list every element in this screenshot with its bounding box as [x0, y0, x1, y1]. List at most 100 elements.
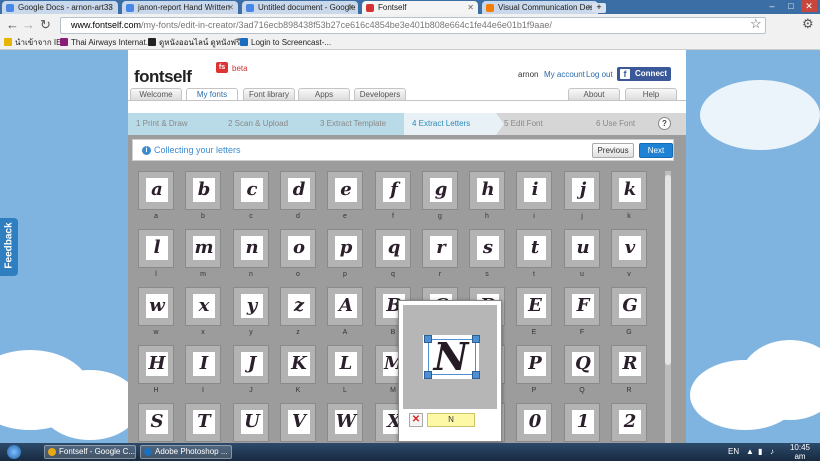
fontself-logo[interactable]: fontself	[134, 67, 192, 87]
start-button[interactable]	[7, 445, 21, 459]
reload-icon[interactable]: ↻	[40, 18, 51, 32]
letter-cell[interactable]: zz	[279, 287, 317, 338]
letter-slot[interactable]: j	[564, 171, 600, 210]
letter-slot[interactable]: h	[469, 171, 505, 210]
letter-cell[interactable]: RR	[610, 345, 648, 396]
letter-cell[interactable]: jj	[563, 171, 601, 222]
resize-handle-bottom-right[interactable]	[472, 371, 480, 379]
letter-cell[interactable]: HH	[137, 345, 175, 396]
tab-welcome[interactable]: Welcome	[130, 88, 182, 100]
resize-handle-top-right[interactable]	[472, 335, 480, 343]
letter-cell[interactable]: uu	[563, 229, 601, 280]
wrench-menu-icon[interactable]: ⚙	[802, 17, 814, 31]
letter-slot[interactable]: G	[611, 287, 647, 326]
letter-slot[interactable]: L	[327, 345, 363, 384]
resize-handle-bottom-left[interactable]	[424, 371, 432, 379]
letter-cell[interactable]: KK	[279, 345, 317, 396]
close-tab-icon[interactable]: ✕	[227, 1, 234, 14]
letter-slot[interactable]: P	[516, 345, 552, 384]
tab-apps[interactable]: Apps	[298, 88, 350, 100]
letter-cell[interactable]: kk	[610, 171, 648, 222]
close-tab-icon[interactable]: ✕	[107, 1, 114, 14]
step-extract-letters[interactable]: 4 Extract Letters	[404, 113, 496, 135]
letter-slot[interactable]: U	[233, 403, 269, 442]
bookmark-star-icon[interactable]: ☆	[750, 17, 762, 31]
letter-slot[interactable]: 0	[516, 403, 552, 442]
letter-slot[interactable]: W	[327, 403, 363, 442]
letter-cell[interactable]: pp	[326, 229, 364, 280]
letter-cell[interactable]: oo	[279, 229, 317, 280]
letter-cell[interactable]: dd	[279, 171, 317, 222]
letter-cell[interactable]: II	[184, 345, 222, 396]
step-use-font[interactable]: 6 Use Font	[588, 113, 658, 135]
letter-cell[interactable]: LL	[326, 345, 364, 396]
letter-cell[interactable]: aa	[137, 171, 175, 222]
tray-arrow-icon[interactable]: ▲	[746, 445, 754, 459]
letter-cell[interactable]: FF	[563, 287, 601, 338]
letter-cell[interactable]: ff	[374, 171, 412, 222]
letter-cell[interactable]: ii	[515, 171, 553, 222]
letter-cell[interactable]: qq	[374, 229, 412, 280]
previous-button[interactable]: Previous	[592, 143, 634, 158]
letter-slot[interactable]: v	[611, 229, 647, 268]
letter-slot[interactable]: J	[233, 345, 269, 384]
new-tab-button[interactable]: +	[592, 3, 606, 13]
letter-slot[interactable]: b	[185, 171, 221, 210]
letter-slot[interactable]: s	[469, 229, 505, 268]
letter-cell[interactable]: nn	[232, 229, 270, 280]
letter-slot[interactable]: 1	[564, 403, 600, 442]
letter-cell[interactable]: yy	[232, 287, 270, 338]
step-edit-font[interactable]: 5 Edit Font	[496, 113, 588, 135]
letter-slot[interactable]: 2	[611, 403, 647, 442]
letter-cell[interactable]: hh	[468, 171, 506, 222]
tab-my-fonts[interactable]: My fonts	[186, 88, 238, 100]
letter-slot[interactable]: R	[611, 345, 647, 384]
resize-handle-top-left[interactable]	[424, 335, 432, 343]
close-tab-icon[interactable]: ✕	[467, 1, 474, 14]
scrollbar-thumb[interactable]	[665, 175, 671, 365]
letter-cell[interactable]: GG	[610, 287, 648, 338]
letter-slot[interactable]: A	[327, 287, 363, 326]
tab-developers[interactable]: Developers	[354, 88, 406, 100]
close-tab-icon[interactable]: ✕	[347, 1, 354, 14]
letter-assign-input[interactable]: N	[427, 413, 475, 427]
letter-slot[interactable]: i	[516, 171, 552, 210]
letter-slot[interactable]: T	[185, 403, 221, 442]
maximize-icon[interactable]: □	[783, 0, 799, 12]
letter-slot[interactable]: f	[375, 171, 411, 210]
selection-frame[interactable]	[428, 339, 476, 375]
browser-tab[interactable]: janon-report Hand Written ✕	[122, 1, 238, 14]
network-icon[interactable]: ▮	[758, 445, 762, 459]
browser-tab[interactable]: Google Docs - arnon-art33 ✕	[2, 1, 118, 14]
tab-font-library[interactable]: Font library	[243, 88, 295, 100]
letter-slot[interactable]: m	[185, 229, 221, 268]
letter-slot[interactable]: Q	[564, 345, 600, 384]
step-scan-upload[interactable]: 2 Scan & Upload	[220, 113, 312, 135]
letter-slot[interactable]: e	[327, 171, 363, 210]
letter-slot[interactable]: p	[327, 229, 363, 268]
log-out-link[interactable]: Log out	[586, 70, 613, 79]
letter-cell[interactable]: bb	[184, 171, 222, 222]
step-print-draw[interactable]: 1 Print & Draw	[128, 113, 220, 135]
letter-cell[interactable]: cc	[232, 171, 270, 222]
tab-about[interactable]: About	[568, 88, 620, 100]
letter-cell[interactable]: AA	[326, 287, 364, 338]
letter-cell[interactable]: ee	[326, 171, 364, 222]
letter-slot[interactable]: w	[138, 287, 174, 326]
letter-cell[interactable]: xx	[184, 287, 222, 338]
forward-icon[interactable]: →	[22, 18, 35, 32]
letter-slot[interactable]: a	[138, 171, 174, 210]
browser-tab[interactable]: Visual Communication Desi ✕	[482, 1, 598, 14]
feedback-tab[interactable]: Feedback	[0, 218, 18, 276]
letter-slot[interactable]: H	[138, 345, 174, 384]
letter-slot[interactable]: q	[375, 229, 411, 268]
clock[interactable]: 10:45 am	[782, 443, 818, 461]
letter-slot[interactable]: z	[280, 287, 316, 326]
bookmark-item[interactable]: Login to Screencast-...	[240, 37, 331, 49]
my-account-link[interactable]: My account	[544, 70, 585, 79]
bookmark-item[interactable]: ดูหนังออนไลน์ ดูหนังฟรี...	[148, 37, 247, 49]
letter-cell[interactable]: QQ	[563, 345, 601, 396]
letter-cell[interactable]: ss	[468, 229, 506, 280]
browser-tab[interactable]: Untitled document - Google ✕	[242, 1, 358, 14]
letter-slot[interactable]: V	[280, 403, 316, 442]
